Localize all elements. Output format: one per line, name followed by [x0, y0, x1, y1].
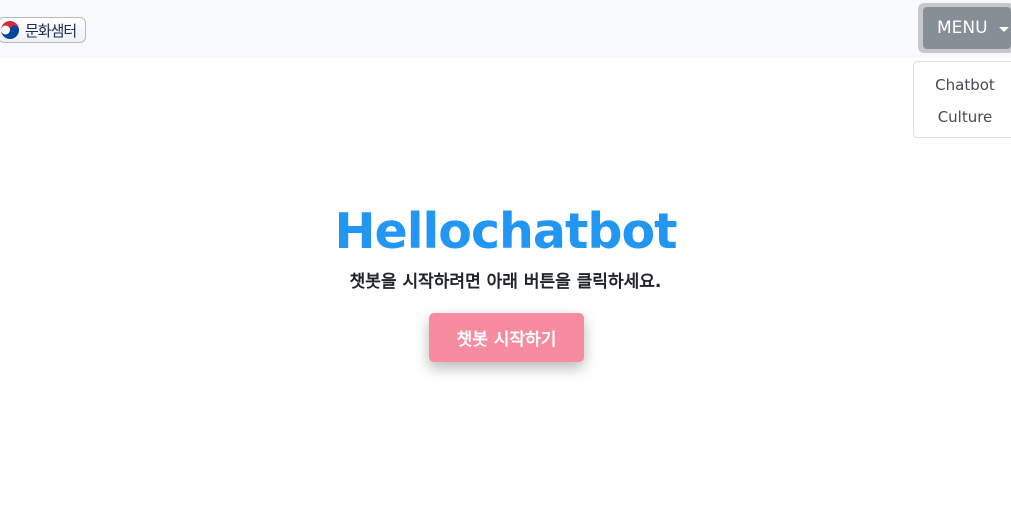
taegeuk-emblem-icon — [1, 21, 19, 39]
navbar: 문화샘터 MENU — [0, 0, 1011, 58]
caret-down-icon — [999, 27, 1009, 32]
menu-button-label: MENU — [937, 18, 988, 38]
site-logo[interactable]: 문화샘터 — [0, 17, 86, 43]
page-title: Hellochatbot — [334, 203, 677, 260]
page-subtitle: 챗봇을 시작하려면 아래 버튼을 클릭하세요. — [349, 272, 662, 292]
dropdown-item-chatbot[interactable]: Chatbot — [914, 76, 1011, 94]
menu-button[interactable]: MENU — [923, 7, 1011, 49]
dropdown-item-culture[interactable]: Culture — [914, 108, 1011, 126]
menu-dropdown: Chatbot Culture — [913, 61, 1011, 138]
menu-button-focus-ring: MENU — [918, 3, 1011, 53]
start-chatbot-button[interactable]: 챗봇 시작하기 — [429, 313, 584, 362]
logo-text: 문화샘터 — [25, 21, 77, 40]
